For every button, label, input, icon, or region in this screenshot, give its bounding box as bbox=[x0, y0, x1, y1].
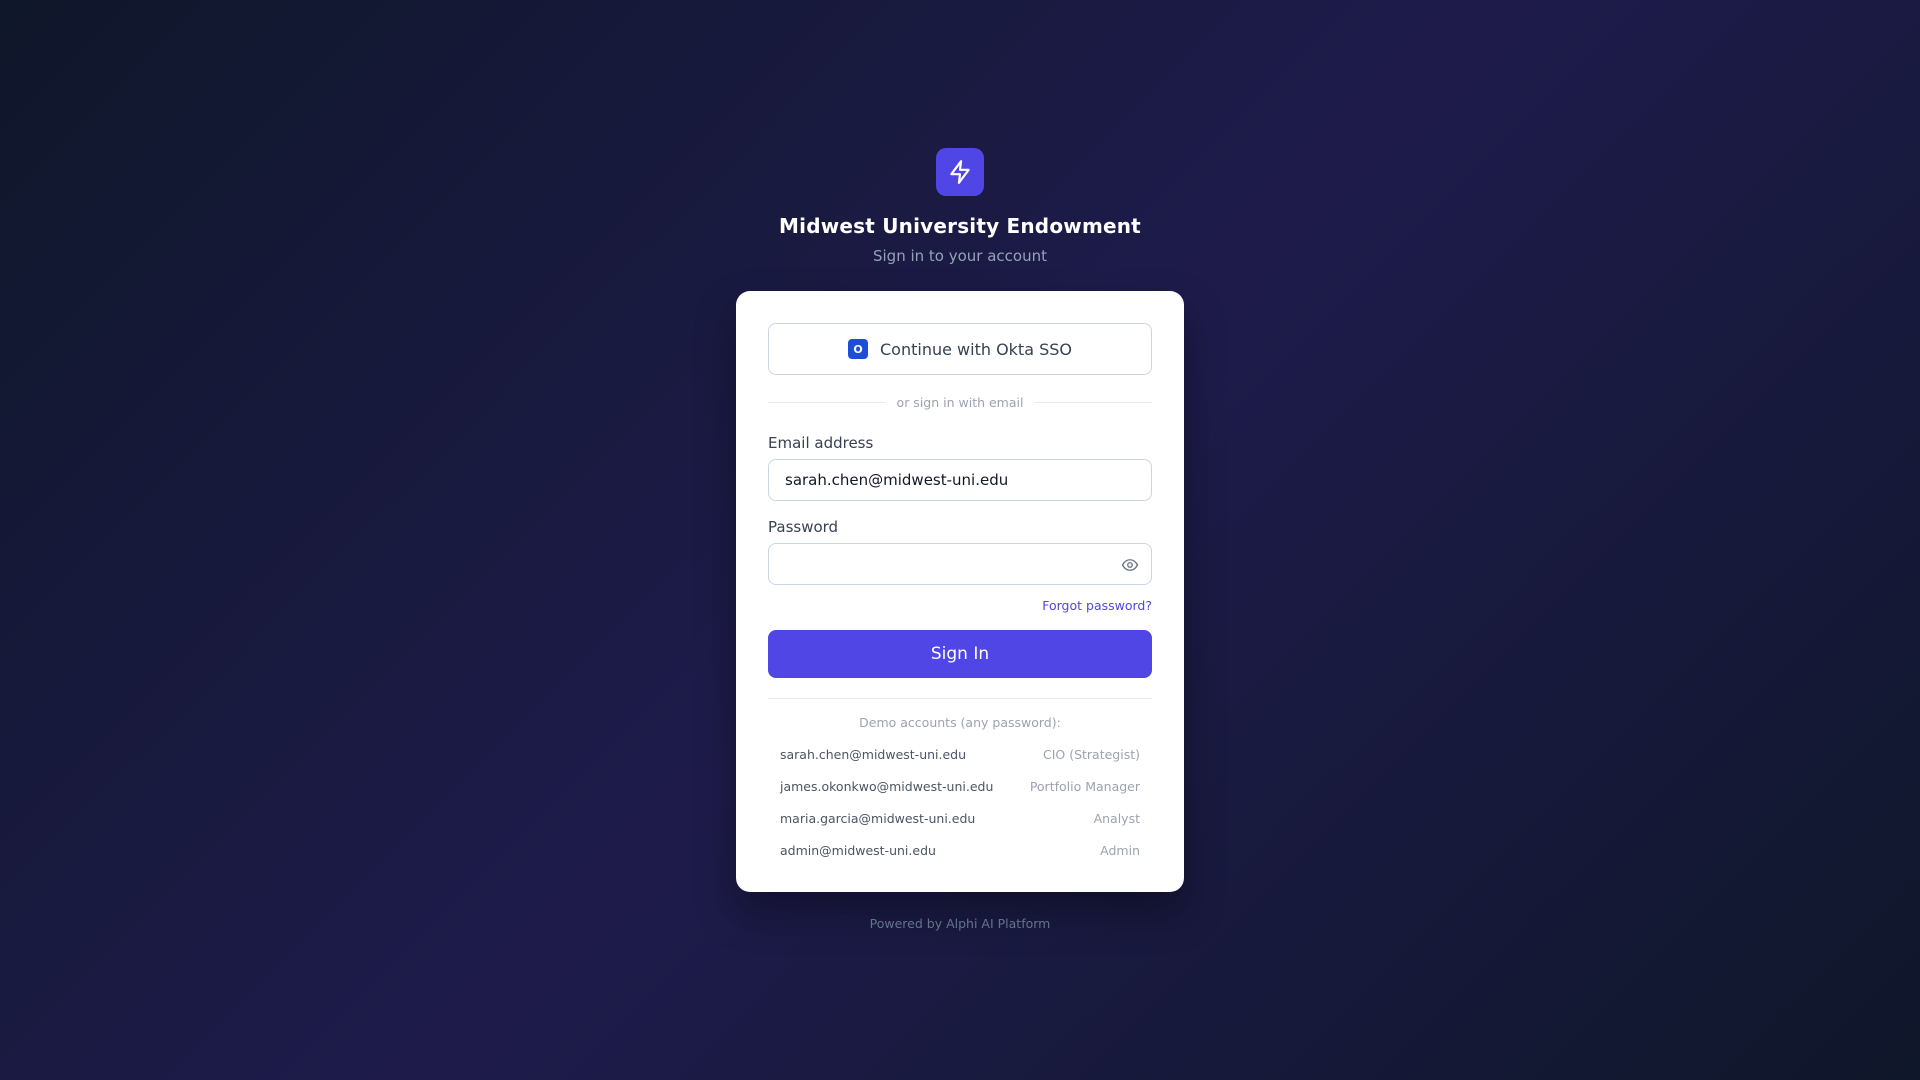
demo-account-role: Admin bbox=[1100, 842, 1140, 858]
email-label: Email address bbox=[768, 434, 874, 452]
sign-in-button[interactable]: Sign In bbox=[768, 630, 1152, 678]
demo-account-role: Analyst bbox=[1093, 810, 1140, 826]
demo-account-row[interactable]: sarah.chen@midwest-uni.edu CIO (Strategi… bbox=[768, 738, 1152, 770]
demo-separator bbox=[768, 698, 1152, 699]
okta-sso-button[interactable]: O Continue with Okta SSO bbox=[768, 323, 1152, 375]
demo-account-email: james.okonkwo@midwest-uni.edu bbox=[780, 778, 994, 794]
password-field[interactable] bbox=[768, 543, 1152, 585]
page-title: Midwest University Endowment bbox=[779, 214, 1141, 238]
login-page: Midwest University Endowment Sign in to … bbox=[0, 0, 1920, 1080]
okta-icon: O bbox=[848, 339, 868, 359]
demo-account-role: Portfolio Manager bbox=[1029, 778, 1140, 794]
demo-account-email: sarah.chen@midwest-uni.edu bbox=[780, 746, 967, 762]
forgot-password-link[interactable]: Forgot password? bbox=[1042, 598, 1152, 613]
eye-icon[interactable] bbox=[1121, 556, 1139, 574]
page-subtitle: Sign in to your account bbox=[872, 247, 1047, 265]
divider-text: or sign in with email bbox=[896, 395, 1024, 410]
demo-account-row[interactable]: james.okonkwo@midwest-uni.edu Portfolio … bbox=[768, 770, 1152, 802]
lightning-bolt-icon bbox=[950, 160, 970, 184]
divider-line-left bbox=[768, 402, 885, 403]
demo-account-email: maria.garcia@midwest-uni.edu bbox=[780, 810, 976, 826]
password-label: Password bbox=[768, 518, 839, 536]
demo-account-row[interactable]: admin@midwest-uni.edu Admin bbox=[768, 834, 1152, 866]
app-logo bbox=[936, 148, 984, 196]
email-value: sarah.chen@midwest-uni.edu bbox=[785, 471, 1009, 489]
demo-accounts-title: Demo accounts (any password): bbox=[859, 715, 1061, 730]
demo-account-role: CIO (Strategist) bbox=[1042, 746, 1140, 762]
demo-accounts-list: sarah.chen@midwest-uni.edu CIO (Strategi… bbox=[768, 738, 1152, 866]
email-field[interactable]: sarah.chen@midwest-uni.edu bbox=[768, 459, 1152, 501]
footer-text: Powered by Alphi AI Platform bbox=[869, 916, 1051, 931]
email-divider: or sign in with email bbox=[768, 395, 1153, 410]
demo-account-row[interactable]: maria.garcia@midwest-uni.edu Analyst bbox=[768, 802, 1152, 834]
okta-sso-label: Continue with Okta SSO bbox=[880, 339, 1072, 359]
demo-account-email: admin@midwest-uni.edu bbox=[780, 842, 936, 858]
divider-line-right bbox=[1035, 402, 1153, 403]
forgot-row: Forgot password? bbox=[768, 595, 1152, 614]
login-card: O Continue with Okta SSO or sign in with… bbox=[736, 291, 1184, 892]
